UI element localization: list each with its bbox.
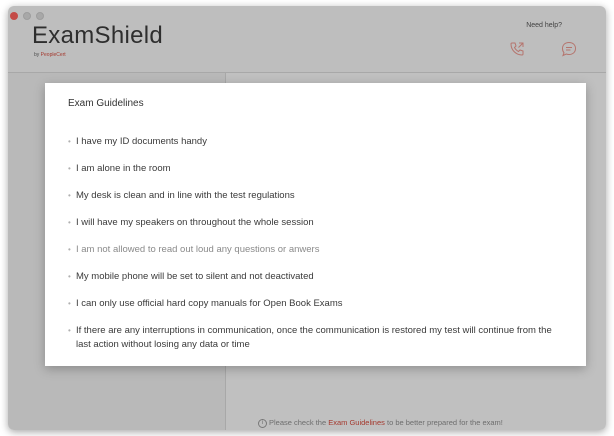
list-item: If there are any interruptions in commun… xyxy=(68,324,564,352)
guidelines-list: I have my ID documents handy I am alone … xyxy=(68,135,564,365)
list-item: I will have my speakers on throughout th… xyxy=(68,216,564,230)
list-item: I can only use official hard copy manual… xyxy=(68,297,564,311)
list-item: My mobile phone will be set to silent an… xyxy=(68,270,564,284)
exam-guidelines-modal: Exam Guidelines I have my ID documents h… xyxy=(45,83,586,366)
list-item: I am alone in the room xyxy=(68,162,564,176)
list-item: I am not allowed to read out loud any qu… xyxy=(68,243,564,257)
list-item: My desk is clean and in line with the te… xyxy=(68,189,564,203)
modal-title: Exam Guidelines xyxy=(68,98,144,109)
app-window: ExamShield by PeopleCert Need help? i Ple… xyxy=(8,6,606,430)
list-item: I have my ID documents handy xyxy=(68,135,564,149)
